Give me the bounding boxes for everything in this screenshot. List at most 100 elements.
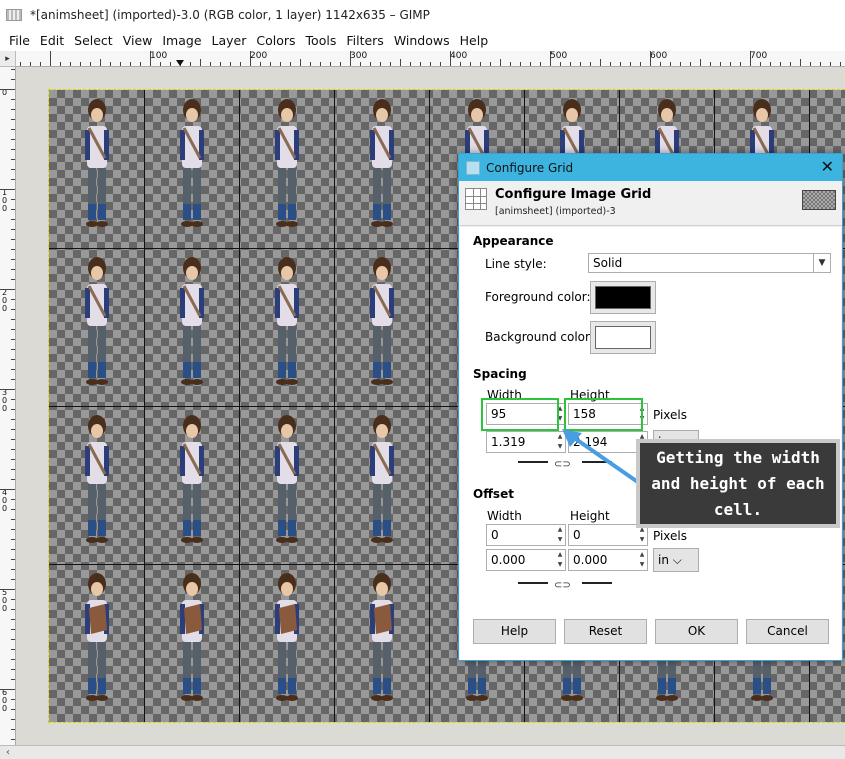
annotation-callout: Getting the width and height of each cel…: [640, 443, 836, 524]
ruler-tick: [540, 62, 541, 66]
ok-button[interactable]: OK: [655, 619, 738, 644]
ruler-tick: [200, 59, 201, 66]
ruler-tick: [800, 59, 801, 66]
ruler-tick: [340, 62, 341, 66]
ruler-tick: [0, 189, 15, 190]
reset-button[interactable]: Reset: [564, 619, 647, 644]
ruler-tick: [280, 62, 281, 66]
ruler-tick: [600, 59, 601, 66]
ruler-tick: [740, 62, 741, 66]
ruler-tick: [530, 62, 531, 66]
line-style-value: Solid: [593, 256, 623, 270]
character-sprite: [85, 257, 109, 385]
ruler-tick: [140, 62, 141, 66]
menu-filters[interactable]: Filters: [341, 33, 388, 48]
menu-layer[interactable]: Layer: [207, 33, 252, 48]
ruler-h-label: 100: [150, 51, 168, 61]
offset-unit-dropdown[interactable]: in ⌵: [653, 548, 699, 572]
ruler-tick: [11, 269, 15, 270]
dialog-window-title: Configure Grid: [486, 160, 574, 175]
offset-unit-pixels: Pixels: [653, 529, 688, 543]
ruler-tick: [450, 51, 451, 66]
ruler-tick: [11, 679, 15, 680]
offset-width-px-input[interactable]: 0 ▲ ▼: [486, 524, 566, 546]
ruler-tick: [0, 389, 15, 390]
line-style-label: Line style:: [485, 257, 547, 271]
ruler-tick: [420, 62, 421, 66]
ruler-tick: [510, 62, 511, 66]
ruler-tick: [570, 62, 571, 66]
offset-width-in-value: 0.000: [491, 553, 526, 567]
ruler-tick: [11, 579, 15, 580]
ruler-tick: [380, 62, 381, 66]
chain-link-icon[interactable]: ⊂⊃: [554, 580, 571, 591]
ruler-tick: [11, 699, 15, 700]
ruler-tick: [0, 689, 15, 690]
ruler-tick: [11, 409, 15, 410]
ruler-h-label: 200: [250, 51, 268, 61]
offset-height-in-input[interactable]: 0.000 ▲ ▼: [568, 549, 648, 571]
ruler-tick: [330, 62, 331, 66]
menu-colors[interactable]: Colors: [251, 33, 300, 48]
offset-width-in-input[interactable]: 0.000 ▲ ▼: [486, 549, 566, 571]
ruler-tick: [390, 62, 391, 66]
ruler-tick: [430, 62, 431, 66]
ruler-tick: [370, 62, 371, 66]
menu-tools[interactable]: Tools: [301, 33, 342, 48]
ruler-tick: [50, 51, 51, 66]
ruler-tick: [250, 51, 251, 66]
spin-arrows-icon[interactable]: ▲▼: [637, 550, 647, 570]
ruler-tick: [11, 139, 15, 140]
menu-help[interactable]: Help: [455, 33, 494, 48]
spin-arrows-icon[interactable]: ▲▼: [637, 525, 647, 545]
ruler-tick: [230, 62, 231, 66]
menu-select[interactable]: Select: [69, 33, 118, 48]
ruler-h-label: 700: [750, 51, 768, 61]
ruler-tick: [11, 329, 15, 330]
spacing-width-in-input[interactable]: 1.319 ▲ ▼: [486, 431, 566, 453]
ruler-v-label: 500: [2, 588, 8, 613]
ruler-tick: [11, 659, 15, 660]
menu-windows[interactable]: Windows: [389, 33, 455, 48]
menu-file[interactable]: File: [4, 33, 35, 48]
spin-arrows-icon[interactable]: ▲▼: [555, 525, 565, 545]
ruler-tick: [750, 51, 751, 66]
ruler-tick: [220, 62, 221, 66]
scroll-left-icon[interactable]: ‹: [6, 746, 10, 759]
ruler-tick: [410, 62, 411, 66]
ruler-tick: [350, 51, 351, 66]
ruler-tick: [11, 379, 15, 380]
ruler-tick: [11, 509, 15, 510]
offset-height-in-value: 0.000: [573, 553, 608, 567]
close-icon[interactable]: ✕: [821, 157, 834, 177]
character-sprite: [370, 573, 394, 701]
ruler-tick: [270, 62, 271, 66]
help-button[interactable]: Help: [473, 619, 556, 644]
horizontal-ruler: 100 200 300 400 500 600 700: [16, 51, 845, 67]
ruler-tick: [11, 639, 15, 640]
ruler-tick: [170, 62, 171, 66]
ruler-tick: [90, 62, 91, 66]
line-style-dropdown[interactable]: Solid ▼: [588, 253, 831, 273]
ruler-tick: [520, 62, 521, 66]
quick-mask-corner-button[interactable]: ▸: [0, 51, 16, 67]
cancel-button[interactable]: Cancel: [746, 619, 829, 644]
dialog-titlebar[interactable]: Configure Grid ✕: [459, 154, 842, 181]
menu-image[interactable]: Image: [157, 33, 206, 48]
horizontal-scrollbar[interactable]: ‹: [0, 745, 845, 759]
ruler-tick: [11, 709, 15, 710]
ruler-tick: [820, 62, 821, 66]
spacing-width-in-value: 1.319: [491, 435, 526, 449]
ruler-tick: [290, 62, 291, 66]
menu-view[interactable]: View: [118, 33, 158, 48]
character-sprite: [180, 415, 204, 543]
gimp-app-icon: [6, 9, 22, 21]
ruler-tick: [11, 739, 15, 740]
window-title: *[animsheet] (imported)-3.0 (RGB color, …: [30, 8, 430, 22]
foreground-color-button[interactable]: [590, 281, 656, 314]
menu-edit[interactable]: Edit: [35, 33, 69, 48]
ruler-tick: [11, 629, 15, 630]
background-color-button[interactable]: [590, 321, 656, 354]
ruler-tick: [580, 62, 581, 66]
spin-arrows-icon[interactable]: ▲▼: [555, 550, 565, 570]
